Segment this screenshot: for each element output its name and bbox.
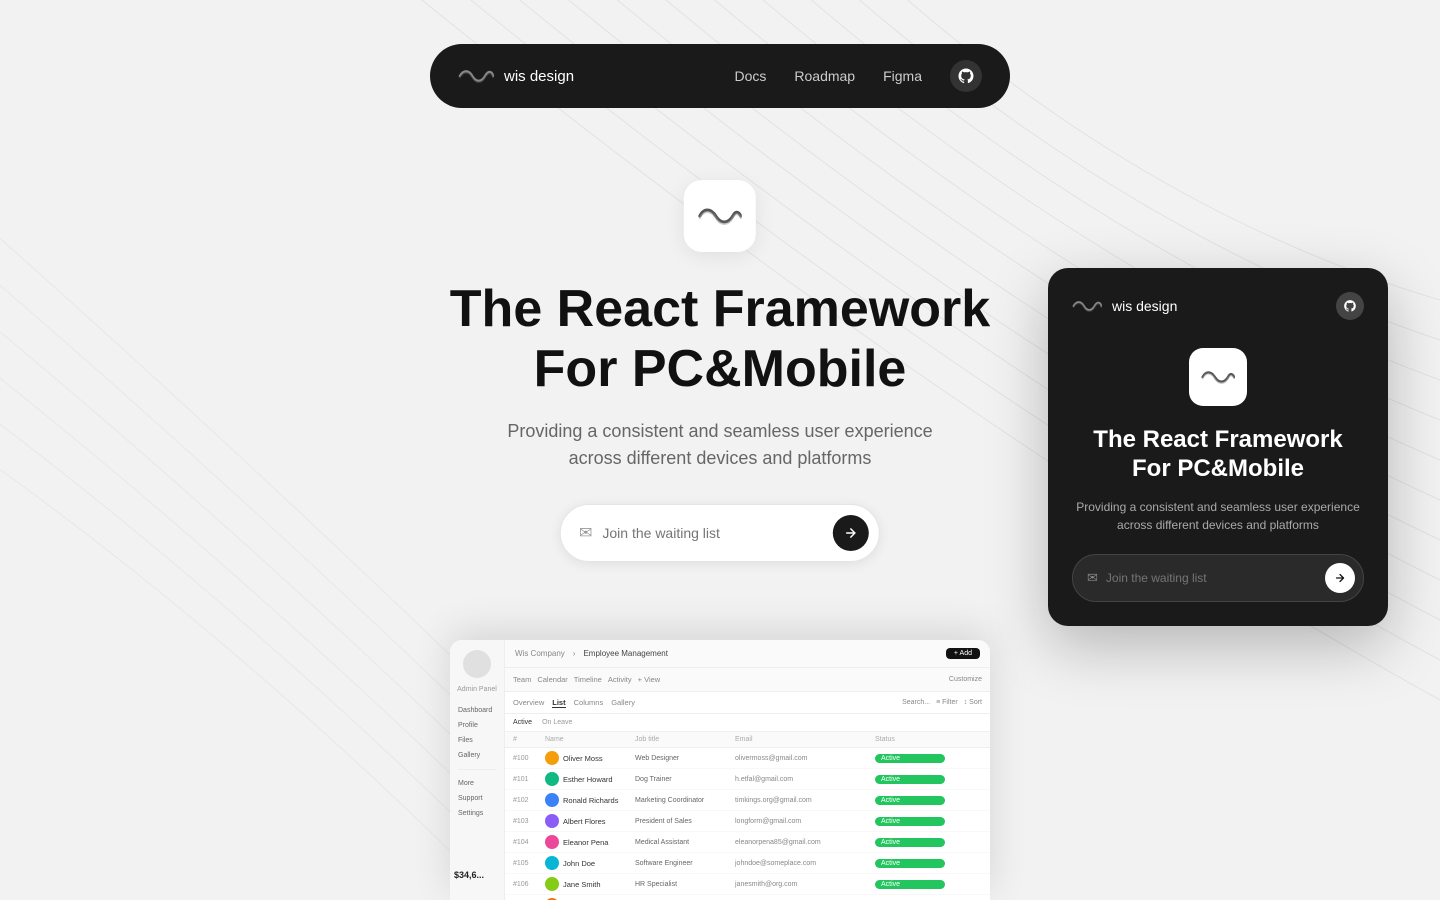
submit-button[interactable] [833,515,869,551]
table-row: #107 Jack Johnson Finance Manager jackjo… [505,895,990,900]
dashboard-preview: Admin Panel Dashboard Profile Files Gall… [450,640,990,900]
mobile-hero-logo-box [1189,348,1247,406]
mobile-email-form: ✉ [1072,554,1364,602]
hero-title: The React Framework For PC&Mobile [450,280,990,400]
mobile-logo-area: wis design [1072,297,1177,315]
dash-sidebar: Admin Panel Dashboard Profile Files Gall… [450,640,505,900]
table-row: #106 Jane Smith HR Specialist janesmith@… [505,874,990,895]
mobile-submit-button[interactable] [1325,563,1355,593]
table-row: #103 Albert Flores President of Sales lo… [505,811,990,832]
dash-main: Wis Company › Employee Management + Add … [505,640,990,900]
mobile-brand: wis design [1112,298,1177,314]
mobile-hero-subtitle: Providing a consistent and seamless user… [1072,498,1364,534]
navbar-links: Docs Roadmap Figma [734,60,982,92]
email-form: ✉ [560,504,880,562]
logo-icon [458,66,494,86]
github-icon[interactable] [950,60,982,92]
mobile-hero-logo-icon [1201,367,1235,387]
email-input[interactable] [602,525,833,541]
navbar-logo: wis design [458,66,574,86]
mobile-preview-card: wis design The React Framework For PC&Mo… [1048,268,1388,626]
navbar: wis design Docs Roadmap Figma [430,44,1010,108]
table-row: #101 Esther Howard Dog Trainer h.etfal@g… [505,769,990,790]
navbar-brand: wis design [504,68,574,85]
mobile-email-input[interactable] [1106,571,1325,585]
table-row: #105 John Doe Software Engineer johndoe@… [505,853,990,874]
mobile-hero-title: The React Framework For PC&Mobile [1072,426,1364,484]
mobile-logo-icon [1072,297,1102,315]
mobile-nav: wis design [1072,292,1364,320]
mobile-mail-icon: ✉ [1087,570,1098,586]
nav-roadmap[interactable]: Roadmap [794,68,855,84]
table-row: #100 Oliver Moss Web Designer olivermoss… [505,748,990,769]
nav-figma[interactable]: Figma [883,68,922,84]
hero-section: The React Framework For PC&Mobile Provid… [450,180,990,562]
table-row: #102 Ronald Richards Marketing Coordinat… [505,790,990,811]
mobile-github-icon[interactable] [1336,292,1364,320]
mail-icon: ✉ [579,523,592,543]
hero-logo-icon [698,204,742,228]
table-row: #104 Eleanor Pena Medical Assistant elea… [505,832,990,853]
hero-subtitle: Providing a consistent and seamless user… [507,418,932,472]
nav-docs[interactable]: Docs [734,68,766,84]
hero-logo-box [684,180,756,252]
